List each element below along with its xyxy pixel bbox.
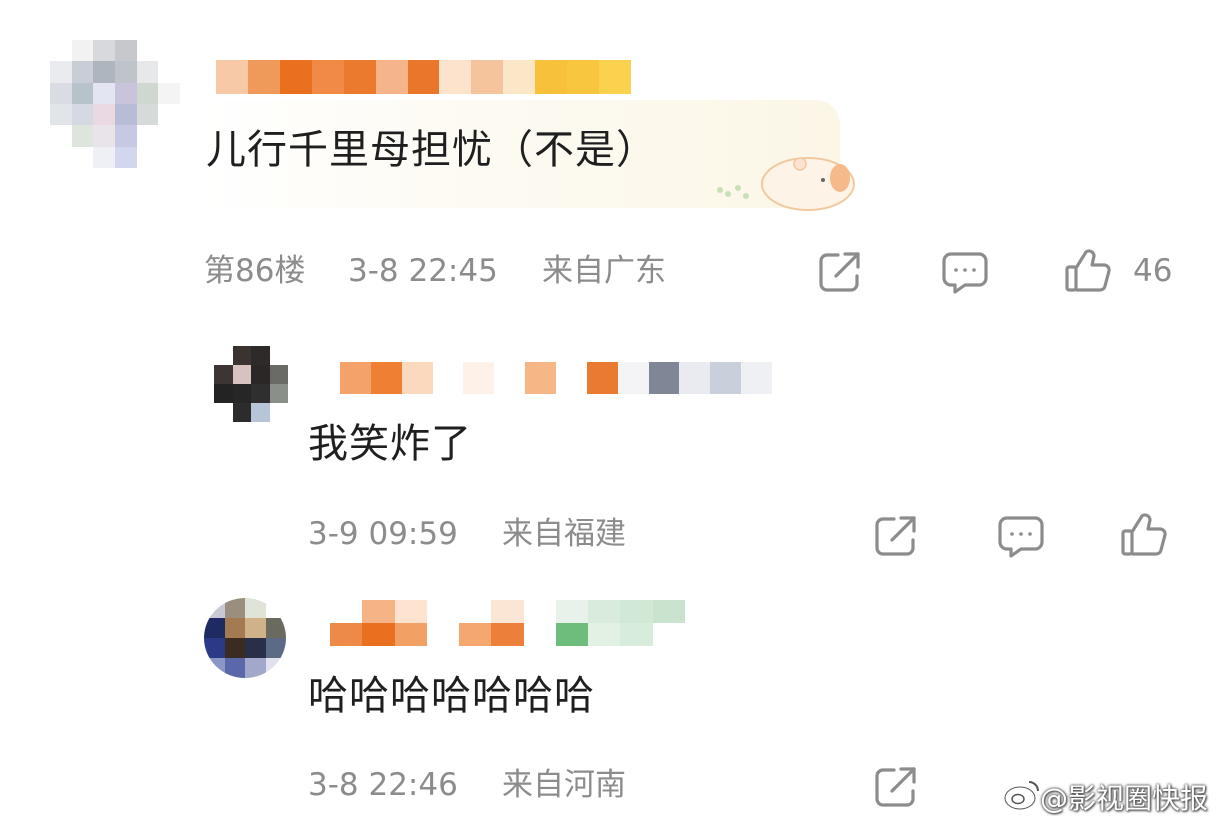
comment-icon[interactable]	[941, 250, 989, 296]
comment-time: 3-9 09:59	[308, 516, 458, 552]
username[interactable]	[330, 600, 685, 646]
comment-time: 3-8 22:45	[348, 253, 498, 289]
watermark: @影视圈快报	[1039, 782, 1208, 815]
weibo-logo-icon	[1003, 778, 1041, 816]
username[interactable]	[340, 362, 772, 394]
like-count: 46	[1133, 253, 1173, 289]
thumbs-up-icon[interactable]	[1120, 512, 1168, 558]
comment-location: 来自广东	[542, 253, 666, 289]
share-icon[interactable]	[874, 765, 920, 809]
share-icon[interactable]	[874, 514, 920, 558]
thumbs-up-icon[interactable]	[1064, 248, 1112, 294]
comment-text: 我笑炸了	[308, 421, 472, 467]
avatar[interactable]	[50, 40, 180, 168]
comment-text: 儿行千里母担忧（不是）	[206, 127, 657, 173]
floor-number: 第86楼	[204, 253, 306, 289]
comment-text: 哈哈哈哈哈哈哈	[308, 673, 595, 719]
avatar[interactable]	[204, 598, 286, 678]
avatar[interactable]	[214, 346, 288, 422]
username[interactable]	[216, 60, 631, 94]
comment-icon[interactable]	[997, 514, 1045, 560]
comment-time: 3-8 22:46	[308, 767, 458, 803]
comment-location: 来自福建	[502, 516, 626, 552]
hamster-sticker-icon	[708, 150, 858, 212]
comment-location: 来自河南	[502, 767, 626, 803]
share-icon[interactable]	[818, 250, 864, 294]
